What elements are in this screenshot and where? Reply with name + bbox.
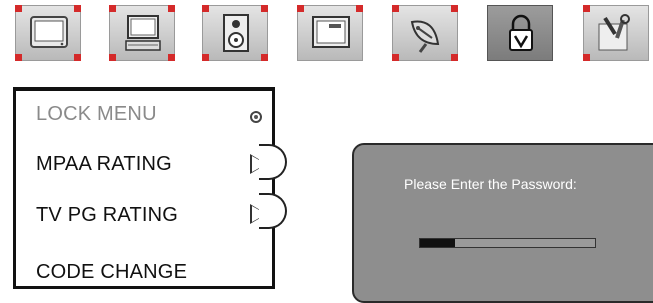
password-prompt: Please Enter the Password: — [404, 176, 577, 192]
lock-menu-panel: LOCK MENU MPAA RATING TV PG RATING CODE … — [13, 87, 275, 289]
window-screen-icon — [312, 16, 350, 48]
speaker-icon — [223, 14, 249, 52]
menu-item-code-change[interactable]: CODE CHANGE — [36, 261, 187, 284]
submenu-tab-tv-pg[interactable] — [259, 193, 287, 229]
tools-icon — [598, 14, 630, 51]
tv-screen-icon — [30, 16, 68, 48]
tab-channel[interactable] — [392, 5, 458, 61]
tab-sound[interactable] — [202, 5, 268, 61]
lock-icon — [509, 14, 533, 51]
tab-screen[interactable] — [297, 5, 363, 61]
tab-lock[interactable] — [487, 5, 553, 61]
password-dialog: Please Enter the Password: — [352, 143, 653, 303]
menu-item-mpaa-rating[interactable]: MPAA RATING — [36, 153, 172, 176]
password-entry-bar[interactable] — [419, 238, 596, 248]
tab-setup[interactable] — [583, 5, 649, 61]
tab-pc[interactable] — [109, 5, 175, 61]
menu-item-tv-pg-rating[interactable]: TV PG RATING — [36, 204, 178, 227]
submenu-tab-mpaa[interactable] — [259, 144, 287, 180]
selected-radio-icon — [250, 111, 262, 123]
password-progress-fill — [420, 239, 455, 247]
lock-menu-title: LOCK MENU — [36, 103, 157, 125]
tab-picture[interactable] — [15, 5, 81, 61]
pc-monitor-icon — [125, 15, 161, 51]
satellite-dish-icon — [410, 20, 440, 53]
menu-tab-bar — [0, 0, 653, 90]
